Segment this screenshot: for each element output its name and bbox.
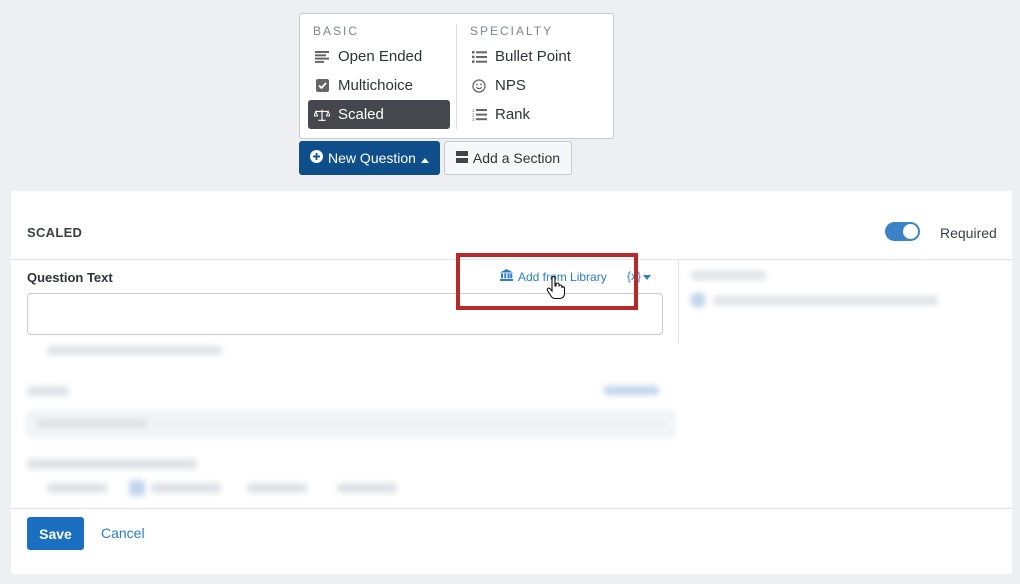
plus-circle-icon (310, 150, 324, 166)
bullet-list-icon (471, 49, 487, 65)
question-type-title: SCALED (27, 225, 83, 240)
specialty-heading: SPECIALTY (470, 24, 554, 38)
type-label: Rank (495, 106, 531, 123)
caret-up-icon (420, 150, 429, 166)
caret-down-icon (643, 269, 652, 283)
obscured-option (247, 483, 307, 493)
save-button[interactable]: Save (27, 517, 84, 550)
type-label: Open Ended (338, 48, 423, 65)
obscured-link (604, 386, 659, 395)
type-multichoice[interactable]: Multichoice (308, 71, 450, 100)
type-label: Scaled (338, 106, 384, 123)
hand-pointer-icon (546, 275, 566, 305)
basic-column: BASIC Open Ended Multichoice Scaled (308, 14, 450, 129)
add-section-label: Add a Section (472, 150, 561, 166)
cancel-button[interactable]: Cancel (101, 525, 145, 541)
lines-icon (314, 49, 330, 65)
scale-icon (314, 107, 330, 123)
obscured-text (27, 459, 197, 469)
type-bullet-point[interactable]: Bullet Point (465, 42, 605, 71)
obscured-option (47, 483, 107, 493)
type-scaled[interactable]: Scaled (308, 100, 450, 129)
section-icon (455, 150, 468, 166)
obscured-text (27, 386, 69, 396)
question-text-label: Question Text (27, 270, 113, 285)
vertical-divider (678, 260, 679, 343)
required-label: Required (940, 225, 997, 241)
basic-heading: BASIC (313, 24, 360, 38)
obscured-radio (129, 480, 145, 496)
type-nps[interactable]: NPS (465, 71, 605, 100)
obscured-settings-area (19, 341, 719, 511)
checkbox-icon (314, 78, 330, 94)
obscured-text (47, 346, 222, 355)
obscured-text (713, 296, 938, 305)
ranked-list-icon: 123 (471, 107, 487, 123)
smiley-icon (471, 78, 487, 94)
obscured-checkbox (691, 293, 705, 307)
column-divider (456, 24, 457, 130)
required-toggle[interactable] (885, 222, 920, 241)
obscured-text (691, 271, 766, 280)
obscured-text (37, 419, 147, 428)
type-label: Multichoice (338, 77, 414, 94)
obscured-option (337, 483, 397, 493)
new-question-button[interactable]: New Question (299, 141, 440, 175)
obscured-side-options (691, 266, 951, 316)
obscured-option (151, 483, 221, 493)
footer-divider (11, 508, 1012, 509)
specialty-column: SPECIALTY Bullet Point NPS 123 Rank (465, 14, 605, 129)
question-type-menu: BASIC Open Ended Multichoice Scaled SPEC… (299, 13, 614, 139)
new-question-label: New Question (328, 150, 416, 166)
type-rank[interactable]: 123 Rank (465, 100, 605, 129)
type-label: NPS (495, 77, 526, 94)
svg-text:3: 3 (472, 117, 475, 122)
add-section-button[interactable]: Add a Section (444, 141, 572, 175)
type-open-ended[interactable]: Open Ended (308, 42, 450, 71)
question-editor-panel: SCALED Required Question Text Add from L… (11, 191, 1012, 574)
type-label: Bullet Point (495, 48, 571, 65)
